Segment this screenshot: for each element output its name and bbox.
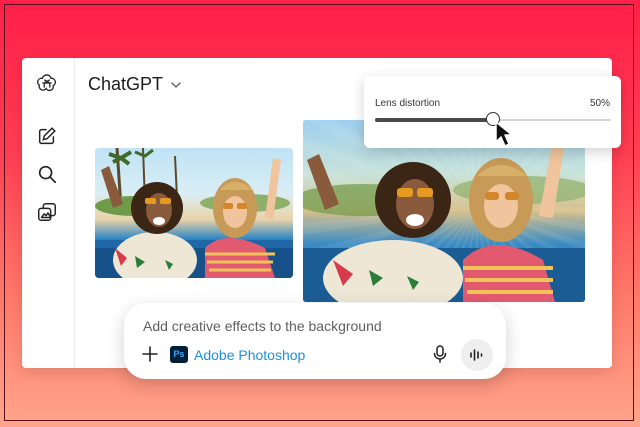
photoshop-logo-icon: Ps (170, 346, 188, 363)
original-photo[interactable] (95, 148, 293, 278)
microphone-icon[interactable] (432, 345, 448, 363)
search-icon[interactable] (36, 163, 58, 185)
voice-waveform-icon (470, 349, 483, 361)
plus-icon[interactable] (142, 346, 158, 362)
tool-name-link[interactable]: Adobe Photoshop (194, 347, 305, 363)
openai-logo-icon[interactable] (36, 72, 58, 94)
prompt-composer: Add creative effects to the background P… (124, 303, 506, 379)
voice-mode-button[interactable] (461, 339, 493, 371)
lens-distortion-slider[interactable] (375, 112, 611, 126)
slider-value: 50% (589, 98, 610, 109)
mouse-cursor-icon (495, 121, 513, 147)
chevron-down-icon (171, 81, 181, 88)
prompt-input[interactable]: Add creative effects to the background (143, 318, 483, 334)
model-selector[interactable]: ChatGPT (88, 74, 183, 95)
slider-fill (375, 118, 493, 122)
lens-distortion-panel: Lens distortion 50% (364, 76, 621, 148)
app-title: ChatGPT (88, 74, 164, 94)
slider-label: Lens distortion (375, 98, 441, 109)
sidebar (22, 58, 75, 368)
new-chat-icon[interactable] (36, 125, 58, 147)
library-icon[interactable] (36, 201, 58, 223)
